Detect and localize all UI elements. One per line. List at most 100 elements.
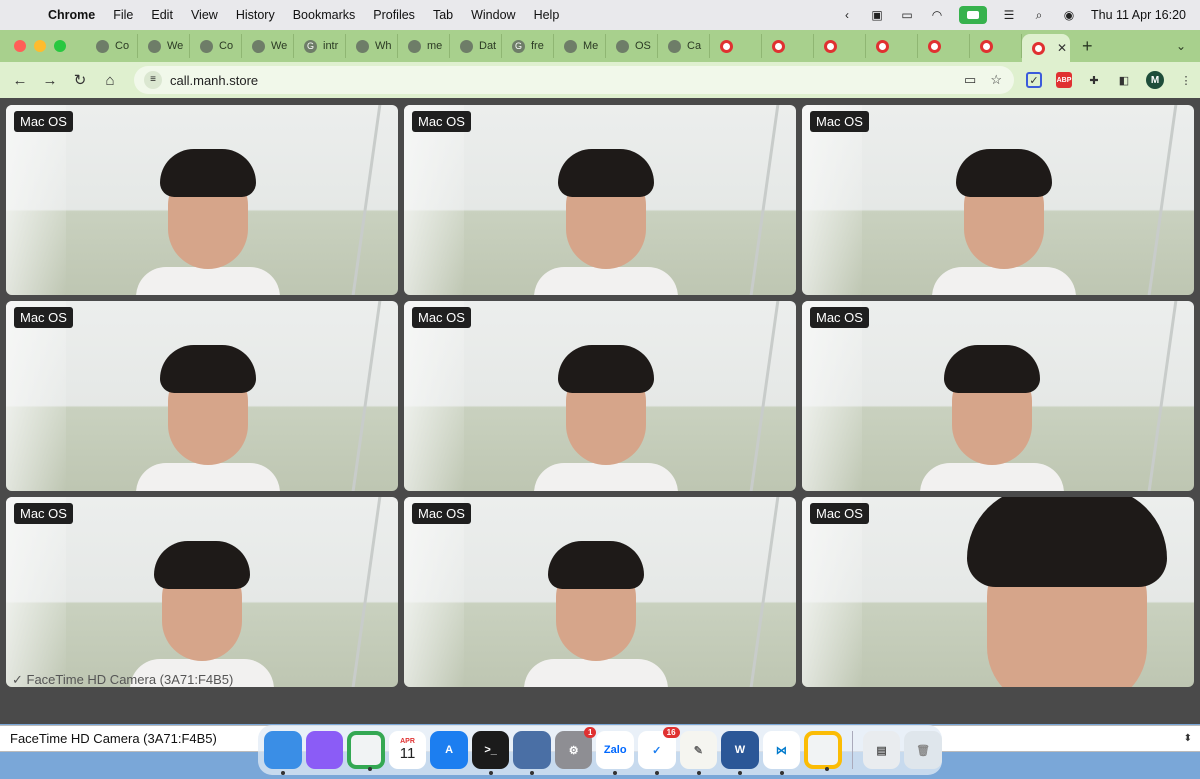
browser-tab-recording[interactable]: [970, 34, 1022, 58]
camera-in-use-icon[interactable]: [959, 6, 988, 24]
system-settings-icon[interactable]: ⚙ 1: [554, 727, 597, 769]
calendar-icon[interactable]: APR 11: [388, 731, 427, 769]
menu-help[interactable]: Help: [534, 8, 560, 22]
camera-permission-icon[interactable]: ▭: [964, 72, 976, 88]
recording-icon: [928, 39, 941, 53]
tab-favicon-icon: [668, 39, 681, 53]
kebab-menu-icon[interactable]: ⋮: [1178, 72, 1194, 88]
browser-tab[interactable]: Dat: [450, 34, 502, 58]
search-icon[interactable]: ⌕: [1031, 8, 1047, 22]
browser-tab-recording[interactable]: [762, 34, 814, 58]
extensions-puzzle-icon[interactable]: ✚: [1086, 72, 1102, 88]
menu-window[interactable]: Window: [471, 8, 515, 22]
video-tile[interactable]: Mac OS: [802, 301, 1194, 491]
participant-label: Mac OS: [412, 307, 471, 328]
word-icon[interactable]: W: [721, 731, 759, 775]
menu-profiles[interactable]: Profiles: [373, 8, 415, 22]
tab-title: Wh: [375, 40, 392, 52]
new-tab-button[interactable]: +: [1082, 36, 1093, 57]
address-bar[interactable]: ≡ call.manh.store ▭ ☆: [134, 66, 1014, 94]
close-window-button[interactable]: [14, 40, 26, 52]
screen-share-icon[interactable]: ▣: [869, 8, 885, 22]
menu-history[interactable]: History: [236, 8, 275, 22]
menu-bookmarks[interactable]: Bookmarks: [293, 8, 356, 22]
video-tile[interactable]: Mac OS: [404, 301, 796, 491]
back-button[interactable]: ←: [6, 72, 34, 89]
browser-window: Co We Co We Gintr Wh me Dat Gfre Me OS C…: [0, 30, 1200, 752]
browser-tab[interactable]: OS: [606, 34, 658, 58]
video-tile[interactable]: Mac OS: [802, 497, 1194, 687]
tab-favicon-icon: [200, 39, 213, 53]
menubar-clock[interactable]: Thu 11 Apr 16:20: [1091, 8, 1186, 22]
zalo-icon[interactable]: Zalo: [596, 731, 635, 775]
browser-tab-recording[interactable]: [866, 34, 918, 58]
video-tile[interactable]: Mac OS: [404, 497, 796, 687]
bookmark-star-icon[interactable]: ☆: [990, 72, 1002, 88]
chrome-icon[interactable]: [347, 731, 385, 771]
browser-tab[interactable]: me: [398, 34, 450, 58]
forward-button[interactable]: →: [36, 72, 64, 89]
menu-file[interactable]: File: [113, 8, 133, 22]
reload-button[interactable]: ↻: [66, 71, 94, 89]
documents-stack-icon[interactable]: ▤: [862, 731, 901, 769]
browser-tab[interactable]: Me: [554, 34, 606, 58]
vscode-icon[interactable]: ⋈: [762, 731, 801, 775]
menu-edit[interactable]: Edit: [151, 8, 173, 22]
browser-tab[interactable]: We: [242, 34, 294, 58]
screen-sharing-icon[interactable]: [513, 731, 551, 775]
menu-app-name[interactable]: Chrome: [48, 8, 95, 22]
browser-tab[interactable]: Gfre: [502, 34, 554, 58]
video-tile[interactable]: Mac OS: [6, 301, 398, 491]
trash-icon[interactable]: 🗑: [904, 731, 942, 769]
browser-tab[interactable]: Gintr: [294, 34, 346, 58]
browser-tab-recording[interactable]: [814, 34, 866, 58]
address-url[interactable]: call.manh.store: [170, 73, 258, 88]
menu-tab[interactable]: Tab: [433, 8, 453, 22]
video-tile[interactable]: Mac OS: [6, 497, 398, 687]
textedit-icon[interactable]: ✎: [679, 731, 718, 775]
browser-tab-recording[interactable]: [918, 34, 970, 58]
minimize-window-button[interactable]: [34, 40, 46, 52]
dock-separator: [851, 731, 853, 769]
video-tile[interactable]: Mac OS: [6, 105, 398, 295]
chevron-left-icon[interactable]: ‹: [839, 8, 855, 22]
browser-tab-active[interactable]: ✕: [1022, 34, 1070, 62]
participant-video: [920, 345, 1064, 491]
control-center-icon[interactable]: ☰: [1001, 8, 1017, 22]
browser-tab[interactable]: Co: [86, 34, 138, 58]
adblock-extension-icon[interactable]: ABP: [1056, 72, 1072, 88]
participant-label: Mac OS: [14, 503, 73, 524]
close-tab-icon[interactable]: ✕: [1057, 41, 1067, 55]
tab-search-chevron-icon[interactable]: ⌄: [1176, 39, 1186, 53]
app-store-icon[interactable]: A: [430, 731, 468, 769]
browser-tab[interactable]: Ca: [658, 34, 710, 58]
terminal-icon[interactable]: >_: [471, 731, 510, 775]
video-tile[interactable]: Mac OS: [802, 105, 1194, 295]
profile-avatar[interactable]: M: [1146, 71, 1164, 89]
browser-tab[interactable]: Co: [190, 34, 242, 58]
side-panel-icon[interactable]: ◧: [1116, 72, 1132, 88]
calendar-day: 11: [399, 745, 416, 762]
home-button[interactable]: ⌂: [96, 72, 124, 89]
battery-icon[interactable]: ▭: [899, 8, 915, 22]
browser-tab-recording[interactable]: [710, 34, 762, 58]
tab-strip: Co We Co We Gintr Wh me Dat Gfre Me OS C…: [0, 30, 1200, 62]
tasks-icon[interactable]: ✓ 16: [638, 727, 680, 775]
siri-icon[interactable]: ◉: [1061, 8, 1077, 22]
video-tile[interactable]: Mac OS: [404, 105, 796, 295]
chrome-canary-icon[interactable]: [804, 731, 842, 771]
macos-menu-bar: Chrome File Edit View History Bookmarks …: [0, 0, 1200, 30]
launchpad-icon[interactable]: [305, 731, 344, 769]
menu-view[interactable]: View: [191, 8, 218, 22]
browser-tab[interactable]: Wh: [346, 34, 398, 58]
fullscreen-window-button[interactable]: [54, 40, 66, 52]
openai-icon: [616, 39, 629, 53]
tab-title: Co: [115, 40, 130, 52]
wifi-icon[interactable]: ◠: [929, 8, 945, 22]
globe-icon: [252, 39, 265, 53]
finder-icon[interactable]: [264, 731, 302, 775]
pocket-extension-icon[interactable]: ✓: [1026, 72, 1042, 88]
select-arrows-icon[interactable]: ⬍: [1184, 733, 1192, 744]
site-settings-icon[interactable]: ≡: [144, 71, 162, 89]
browser-tab[interactable]: We: [138, 34, 190, 58]
